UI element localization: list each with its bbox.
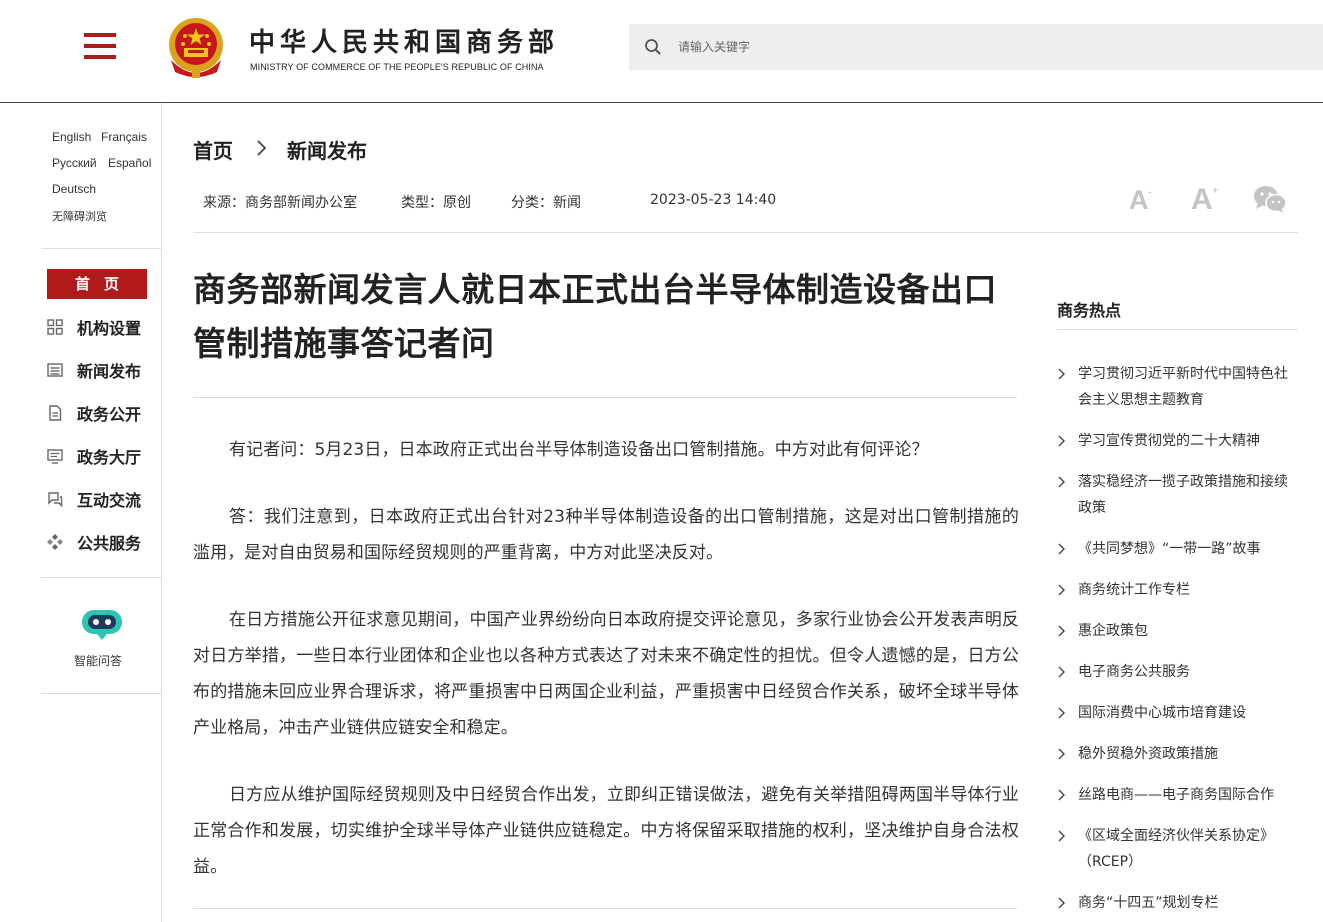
title-divider — [193, 397, 1017, 398]
hot-topic-item[interactable]: 学习贯彻习近平新时代中国特色社会主义思想主题教育 — [1057, 361, 1297, 413]
site-title: 中华人民共和国商务部 — [249, 28, 560, 58]
meta-divider — [193, 232, 1298, 233]
accessible-browse-link[interactable]: 无障碍浏览 — [52, 208, 107, 224]
hot-topic-label: 丝路电商——电子商务国际合作 — [1078, 787, 1274, 803]
chevron-right-icon — [1058, 897, 1065, 909]
national-emblem-icon[interactable] — [165, 16, 227, 80]
chevron-right-icon — [1058, 435, 1065, 447]
chevron-right-icon — [1058, 830, 1065, 842]
hot-topic-item[interactable]: 稳外贸稳外资政策措施 — [1057, 741, 1297, 767]
hot-topic-item[interactable]: 学习宣传贯彻党的二十大精神 — [1057, 428, 1297, 454]
sidebar-item-label: 机构设置 — [77, 319, 142, 338]
hot-topic-label: 国际消费中心城市培育建设 — [1078, 705, 1246, 721]
article-body: 有记者问：5月23日，日本政府正式出台半导体制造设备出口管制措施。中方对此有何评… — [193, 432, 1019, 916]
sidebar-separator — [41, 248, 161, 249]
chevron-right-icon — [1058, 368, 1065, 380]
font-increase-icon[interactable]: A+ — [1191, 183, 1218, 217]
smart-qa-label[interactable]: 智能问答 — [74, 652, 122, 669]
chevron-right-icon — [1058, 584, 1065, 596]
breadcrumb-home[interactable]: 首页 — [193, 135, 233, 164]
article-category: 分类：新闻 — [511, 195, 581, 211]
hot-topic-item[interactable]: 《区域全面经济伙伴关系协定》（RCEP） — [1057, 823, 1297, 875]
sidebar-item-label: 公共服务 — [77, 534, 142, 553]
hot-topic-label: 稳外贸稳外资政策措施 — [1078, 746, 1218, 762]
site-subtitle: MINISTRY OF COMMERCE OF THE PEOPLE'S REP… — [250, 62, 544, 72]
wechat-share-icon[interactable] — [1253, 184, 1287, 214]
article-paragraph: 日方应从维护国际经贸规则及中日经贸合作出发，立即纠正错误做法，避免有关举措阻碍两… — [193, 785, 1019, 877]
hot-topic-item[interactable]: 落实稳经济一揽子政策措施和接续政策 — [1057, 469, 1297, 521]
hot-topic-label: 电子商务公共服务 — [1078, 664, 1190, 680]
sidebar-item-public-service[interactable]: 公共服务 — [46, 530, 141, 554]
sidebar-item-government-affairs[interactable]: 政务公开 — [46, 401, 141, 425]
hot-topic-item[interactable]: 丝路电商——电子商务国际合作 — [1057, 782, 1297, 808]
hot-topic-item[interactable]: 电子商务公共服务 — [1057, 659, 1297, 685]
article-end-divider — [193, 908, 1017, 909]
hot-topic-label: 《区域全面经济伙伴关系协定》（RCEP） — [1078, 828, 1274, 870]
hot-topic-item[interactable]: 惠企政策包 — [1057, 618, 1297, 644]
chevron-right-icon — [1058, 748, 1065, 760]
hot-topic-item[interactable]: 商务统计工作专栏 — [1057, 577, 1297, 603]
chevron-right-icon — [1058, 707, 1065, 719]
hot-topic-label: 《共同梦想》“一带一路”故事 — [1078, 541, 1261, 557]
hot-topic-label: 学习贯彻习近平新时代中国特色社会主义思想主题教育 — [1078, 366, 1288, 408]
service-icon — [47, 534, 63, 550]
hot-topic-label: 惠企政策包 — [1078, 623, 1148, 639]
hot-topic-label: 学习宣传贯彻党的二十大精神 — [1078, 433, 1260, 449]
lang-russian[interactable]: Русский — [52, 156, 97, 170]
article-paragraph: 有记者问：5月23日，日本政府正式出台半导体制造设备出口管制措施。中方对此有何评… — [229, 440, 929, 460]
chevron-right-icon — [257, 140, 267, 156]
sidebar-item-label: 新闻发布 — [77, 362, 142, 381]
lang-german[interactable]: Deutsch — [52, 182, 96, 196]
font-decrease-icon[interactable]: A- — [1129, 185, 1152, 216]
hot-topic-label: 商务统计工作专栏 — [1078, 582, 1190, 598]
article-paragraph: 答：我们注意到，日本政府正式出台针对23种半导体制造设备的出口管制措施，这是对出… — [193, 507, 1019, 563]
sidebar-item-organization[interactable]: 机构设置 — [46, 315, 141, 339]
hot-topics-divider — [1057, 329, 1298, 330]
sidebar-item-service-hall[interactable]: 政务大厅 — [46, 444, 141, 468]
article-title: 商务部新闻发言人就日本正式出台半导体制造设备出口管制措施事答记者问 — [193, 270, 997, 363]
hot-topic-item[interactable]: 《共同梦想》“一带一路”故事 — [1057, 536, 1297, 562]
chevron-right-icon — [1058, 476, 1065, 488]
screen-icon — [47, 449, 63, 464]
sidebar-divider — [161, 103, 162, 922]
hot-topics-title: 商务热点 — [1057, 301, 1122, 320]
hot-topic-label: 落实稳经济一揽子政策措施和接续政策 — [1078, 474, 1288, 516]
chevron-right-icon — [1058, 666, 1065, 678]
chat-icon — [48, 492, 63, 508]
sidebar-item-label: 政务公开 — [77, 405, 142, 424]
sidebar-separator — [41, 693, 161, 694]
sidebar-separator — [41, 577, 161, 578]
article-datetime: 2023-05-23 14:40 — [650, 192, 777, 208]
hot-topic-item[interactable]: 商务“十四五”规划专栏 — [1057, 890, 1297, 916]
site-header: 中华人民共和国商务部 MINISTRY OF COMMERCE OF THE P… — [0, 0, 1323, 103]
sidebar-item-news[interactable]: 新闻发布 — [46, 358, 141, 382]
menu-icon[interactable] — [84, 33, 118, 59]
sidebar-item-label: 互动交流 — [77, 491, 142, 510]
chevron-right-icon — [1058, 543, 1065, 555]
article-source: 来源：商务部新闻办公室 — [203, 195, 357, 211]
lang-french[interactable]: Français — [101, 130, 147, 144]
chevron-right-icon — [1058, 625, 1065, 637]
robot-assistant-icon[interactable] — [79, 604, 125, 642]
grid-icon — [47, 319, 63, 335]
breadcrumb-current[interactable]: 新闻发布 — [287, 135, 367, 164]
sidebar-item-label: 政务大厅 — [77, 448, 142, 467]
document-icon — [49, 405, 62, 421]
article-paragraph: 在日方措施公开征求意见期间，中国产业界纷纷向日本政府提交评论意见，多家行业协会公… — [193, 610, 1019, 738]
sidebar-home-button[interactable]: 首页 — [47, 269, 147, 299]
hot-topic-item[interactable]: 国际消费中心城市培育建设 — [1057, 700, 1297, 726]
search-icon[interactable] — [644, 38, 662, 56]
lang-spanish[interactable]: Español — [108, 156, 151, 170]
article-type: 类型：原创 — [401, 195, 471, 211]
sidebar-item-interaction[interactable]: 互动交流 — [46, 487, 141, 511]
news-icon — [47, 363, 63, 377]
hot-topic-label: 商务“十四五”规划专栏 — [1078, 895, 1219, 911]
chevron-right-icon — [1058, 789, 1065, 801]
search-input[interactable] — [672, 24, 1312, 70]
lang-english[interactable]: English — [52, 130, 91, 144]
